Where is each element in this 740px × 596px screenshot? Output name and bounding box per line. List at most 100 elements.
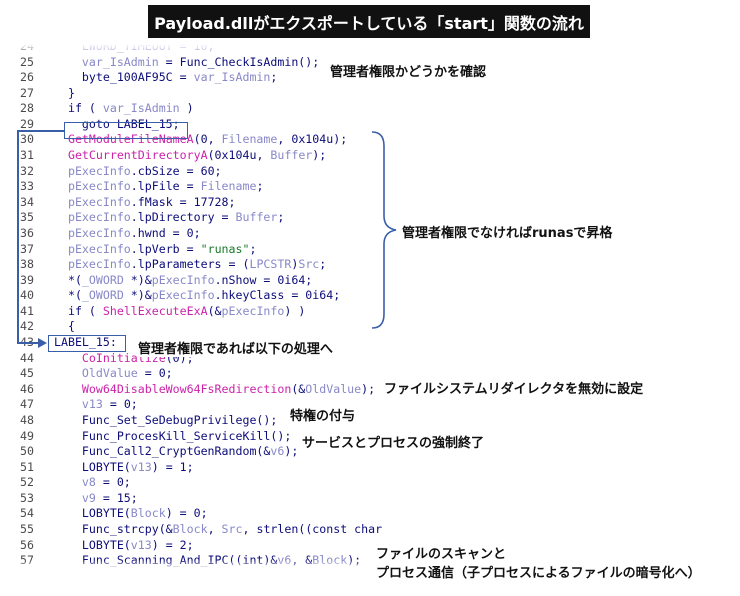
code-line: 37 pExecInfo.lpVerb = "runas"; [20,242,256,258]
line-number: 51 [20,459,34,474]
code-token: { [54,319,75,334]
code-line: 46 Wow64DisableWow64FsRedirection(&OldVa… [20,382,375,398]
code-token: ) [179,101,194,116]
code-line: 28 if ( var_IsAdmin ) [20,101,194,117]
code-token: var_IsAdmin [102,101,180,116]
code-token: OldValue [305,381,362,396]
code-line: 36 pExecInfo.hwnd = 0; [20,226,201,242]
code-token: *)& [123,272,152,287]
goto-highlight-box [64,122,188,139]
code-token: v13 [81,397,103,412]
code-token: _OWORD [81,288,124,303]
code-token: v13 [130,459,152,474]
line-number: 44 [20,350,34,365]
code-line: 47 v13 = 0; [20,397,138,413]
code-token: = Func_CheckIsAdmin(); [158,54,320,69]
code-token: .lpParameters = ( [130,257,250,272]
code-token: Buffer [270,148,313,163]
code-line: 34 pExecInfo.fMask = 17728; [20,195,236,211]
code-token: Filename [200,179,257,194]
code-line: 45 OldValue = 0; [20,366,173,382]
code-line: 42 { [20,319,75,335]
code-token: , strlen((const char [242,521,383,536]
line-number: 46 [20,381,34,396]
code-token: pExecInfo [67,257,131,272]
code-token: ); [284,444,299,459]
code-token: v9 [81,490,96,505]
annotation-fs-redirection: ファイルシステムリダイレクタを無効に設定 [384,378,644,397]
annotation-runas-elevate: 管理者権限でなければrunasで昇格 [402,222,613,241]
code-token: Func_Set_SeDebugPrivilege(); [54,412,278,427]
code-token: ShellExecuteExA [102,303,208,318]
code-token: OldValue [81,366,138,381]
line-number: 49 [20,428,34,443]
line-number: 32 [20,163,34,178]
line-number: 50 [20,444,34,459]
code-line: 55 Func_strcpy(&Block, Src, strlen((cons… [20,522,382,538]
code-token: .lpDirectory = [130,210,236,225]
code-token: pExecInfo [67,241,131,256]
code-token: pExecInfo [67,210,131,225]
code-token: , 0x104u); [277,132,348,147]
line-number: 38 [20,257,34,272]
code-token: *( [54,272,82,287]
code-token: .cbSize = 60; [130,163,222,178]
line-number: 26 [20,70,34,85]
code-token: pExecInfo [151,288,215,303]
code-line: 54 LOBYTE(Block) = 0; [20,506,208,522]
code-line: 25 var_IsAdmin = Func_CheckIsAdmin(); [20,55,319,71]
code-token: LOBYTE( [54,459,131,474]
code-token: Src [298,257,320,272]
code-line: 35 pExecInfo.lpDirectory = Buffer; [20,210,284,226]
code-line: 51 LOBYTE(v13) = 1; [20,460,194,476]
code-token: ; [270,70,278,85]
code-token: "runas" [200,241,250,256]
line-number: 41 [20,303,34,318]
code-token: = 15; [95,490,138,505]
code-token: if ( [54,303,103,318]
line-number: 48 [20,412,34,427]
code-token: Wow64DisableWow64FsRedirection [81,381,292,396]
line-number: 36 [20,225,34,240]
code-token: .hkeyClass = 0i64; [214,288,341,303]
line-number: 33 [20,179,34,194]
code-token: pExecInfo [67,179,131,194]
code-token: Func_strcpy(& [54,521,173,536]
line-number: 37 [20,241,34,256]
code-token: ); [312,148,327,163]
code-token: Buffer [235,210,278,225]
code-line: 49 Func_ProcesKill_ServiceKill(); [20,429,291,445]
code-token: = 0; [137,366,173,381]
code-line: 31 GetCurrentDirectoryA(0x104u, Buffer); [20,148,326,164]
code-line: 39 *(_OWORD *)&pExecInfo.nShow = 0i64; [20,273,312,289]
line-number: 31 [20,148,34,163]
code-token: Filename [221,132,278,147]
line-number: 30 [20,132,34,147]
annotation-scan-line2: プロセス通信（子プロセスによるファイルの暗号化へ） [376,562,701,581]
code-line: 53 v9 = 15; [20,491,138,507]
line-number: 28 [20,101,34,116]
code-token: ; [319,257,327,272]
code-token: pExecInfo [67,225,131,240]
goto-connector-vertical [17,130,19,343]
code-token: if ( [54,101,103,116]
code-line: 32 pExecInfo.cbSize = 60; [20,164,222,180]
code-token: Block [172,521,208,536]
code-token: .lpFile = [130,179,201,194]
code-token: ; [256,179,264,194]
code-token: var_IsAdmin [193,70,271,85]
code-line: 38 pExecInfo.lpParameters = (LPCSTR)Src; [20,257,326,273]
code-token: ) = 0; [165,506,208,521]
page-title-text: Payload.dllがエクスポートしている「start」関数の流れ [154,13,584,33]
